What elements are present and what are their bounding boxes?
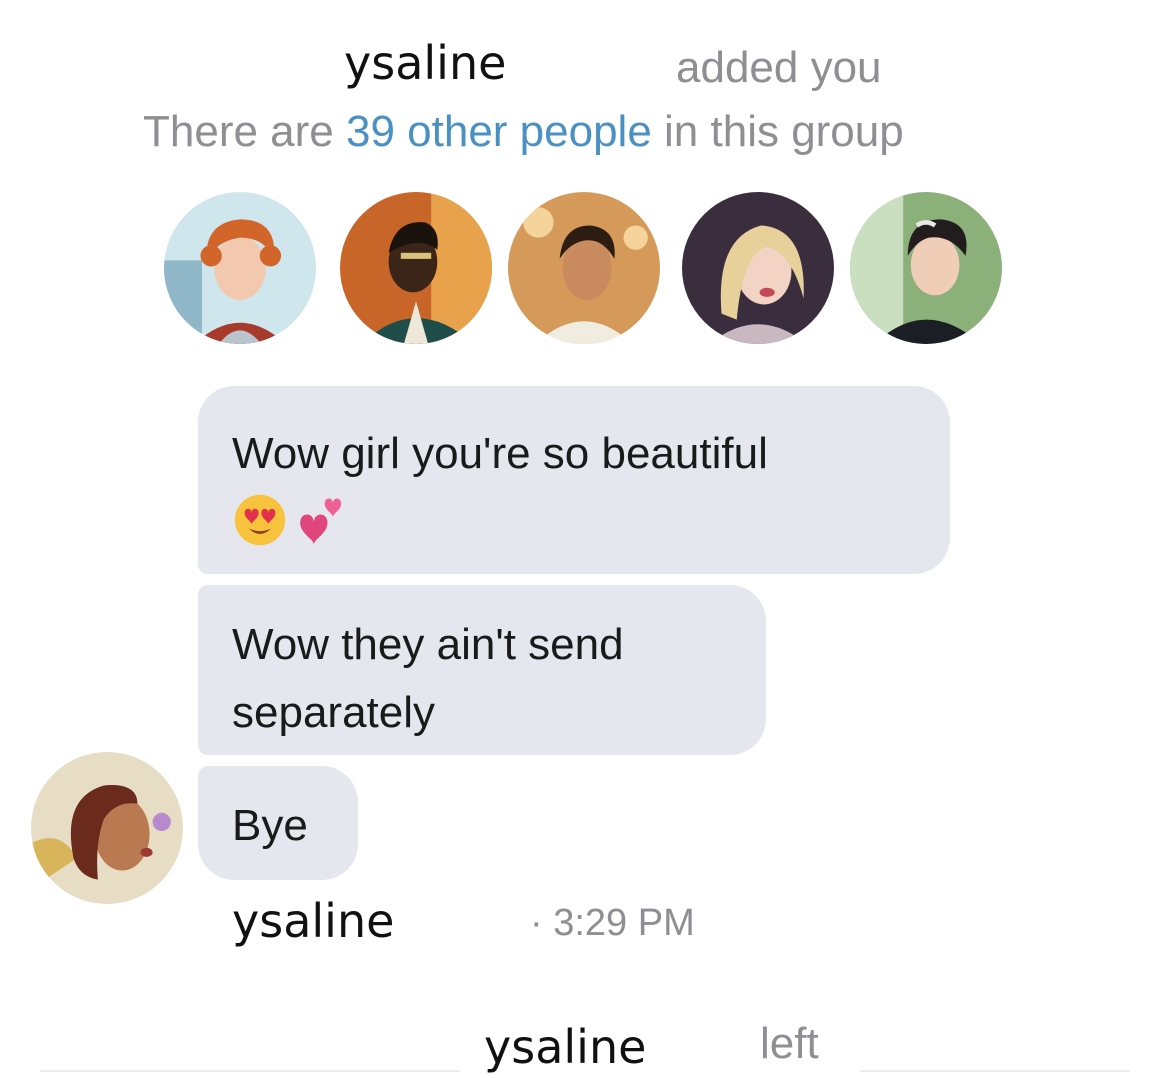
message-bubble-2[interactable]: Wow they ain't send separately [198,585,766,755]
divider-right [860,1070,1130,1072]
message-text-2a: Wow they ain't send [232,620,624,669]
group-avatar-4[interactable] [682,192,834,344]
message-text-2b: separately [232,688,436,738]
sender-name: ysaline [232,894,395,948]
message-emoji-row [232,492,916,548]
message-text-1: Wow girl you're so beautiful [232,429,768,478]
message-bubble-3[interactable]: Bye [198,766,358,880]
group-avatar-5[interactable] [850,192,1002,344]
left-by-name: ysaline [484,1020,647,1074]
message-timestamp: · 3:29 PM [530,902,695,944]
other-people-link[interactable]: 39 other people [346,107,652,156]
left-text: left [760,1019,819,1068]
group-info-suffix: in this group [651,107,904,156]
group-avatar-1[interactable] [164,192,316,344]
divider-left [40,1070,460,1072]
message-text-3: Bye [232,801,308,850]
message-bubble-1[interactable]: Wow girl you're so beautiful [198,386,950,574]
group-avatar-3[interactable] [508,192,660,344]
group-info-prefix: There are [143,107,346,156]
added-by-name: ysaline [344,36,507,90]
smiling-hearts-eyes-icon [234,494,286,546]
sender-avatar[interactable] [31,752,183,904]
two-hearts-icon [300,498,342,545]
group-avatar-2[interactable] [340,192,492,344]
added-you-text: added you [676,43,882,92]
group-info: There are 39 other people in this group [143,110,904,154]
